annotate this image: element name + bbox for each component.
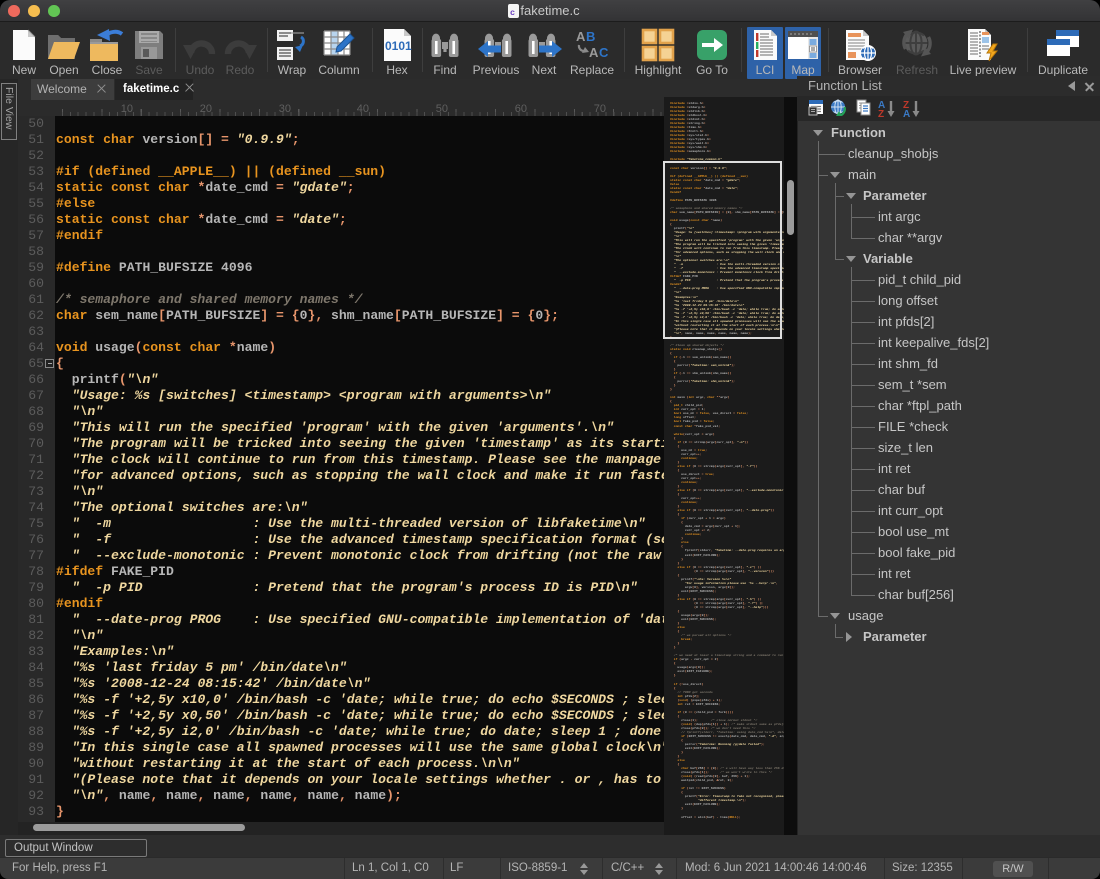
svg-text:B: B <box>586 29 595 44</box>
svg-text:A: A <box>589 45 599 60</box>
svg-text:0101: 0101 <box>385 39 412 53</box>
svg-text:A: A <box>576 29 586 44</box>
svg-text:C: C <box>599 45 609 60</box>
